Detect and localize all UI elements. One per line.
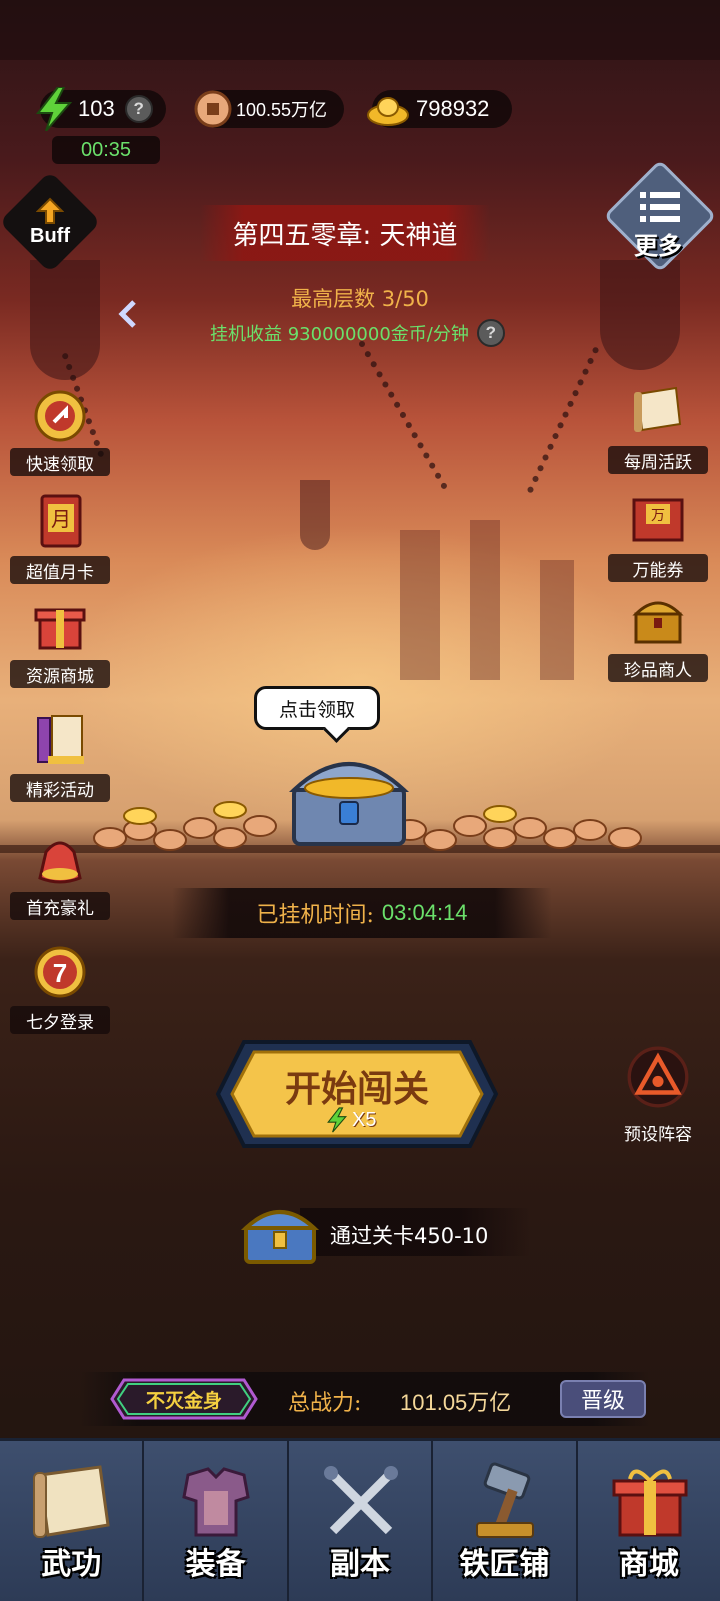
universal-ticket-label: 万能券: [608, 554, 708, 582]
treasure-chest-icon[interactable]: [284, 738, 414, 848]
qixi-login-label: 七夕登录: [10, 1006, 110, 1034]
upgrade-label: 晋级: [580, 1389, 625, 1414]
svg-text:月: 月: [51, 507, 71, 531]
month-card-button[interactable]: 月 超值月卡: [10, 494, 110, 584]
nav-blacksmith[interactable]: 铁匠铺: [433, 1438, 578, 1601]
energy-value: 103: [78, 96, 115, 121]
start-cost: X5: [326, 1106, 376, 1134]
copper-counter[interactable]: 100.55万亿: [194, 90, 344, 128]
start-label: 开始闯关: [284, 1068, 429, 1110]
copper-coin-icon: [194, 90, 232, 128]
combat-power-value: 101.05万亿: [400, 1390, 512, 1415]
first-charge-label: 首充豪礼: [10, 892, 110, 920]
quick-claim-icon: [34, 390, 86, 442]
events-button[interactable]: 精彩活动: [10, 712, 110, 802]
gold-counter[interactable]: 798932: [367, 90, 512, 128]
start-cost-value: X5: [352, 1108, 377, 1131]
gift-box-icon: [612, 1469, 688, 1537]
treasure-merchant-label: 珍品商人: [608, 654, 708, 682]
resource-shop-label: 资源商城: [10, 660, 110, 688]
gold-value: 798932: [416, 96, 490, 121]
copper-value: 100.55万亿: [236, 100, 328, 120]
more-button[interactable]: 更多: [612, 168, 708, 264]
combat-power-label: 总战力:: [288, 1391, 362, 1416]
energy-timer: 00:35: [52, 136, 160, 164]
preset-lineup-button[interactable]: 预设阵容: [608, 1046, 708, 1146]
qixi-login-icon: 7: [34, 946, 86, 998]
gold-ingot-icon: [367, 97, 409, 126]
afk-time-bar: 已挂机时间: 03:04:14: [172, 888, 552, 938]
title-badge[interactable]: 不灭金身: [110, 1378, 258, 1420]
weekly-active-icon: [634, 386, 682, 432]
events-icon: [37, 715, 84, 764]
reward-chest-icon: [240, 1210, 320, 1264]
treasure-merchant-button[interactable]: 珍品商人: [608, 592, 708, 682]
nav-dungeon-label: 副本: [330, 1547, 391, 1582]
treasure-merchant-icon: [632, 601, 684, 644]
lightning-icon: [327, 1107, 347, 1133]
more-label: 更多: [634, 231, 682, 260]
quick-claim-label: 快速领取: [10, 448, 110, 476]
claim-bubble[interactable]: 点击领取: [254, 686, 380, 730]
upgrade-button[interactable]: 晋级: [560, 1380, 646, 1418]
preset-lineup-icon: [627, 1046, 689, 1108]
armor-icon: [182, 1467, 251, 1537]
svg-text:万: 万: [651, 508, 665, 524]
universal-ticket-icon: 万: [632, 498, 684, 542]
start-challenge-button[interactable]: 开始闯关 X5: [214, 1038, 500, 1150]
afk-time-value: 03:04:14: [381, 900, 468, 925]
month-card-label: 超值月卡: [10, 556, 110, 584]
energy-help-icon[interactable]: ?: [124, 95, 153, 123]
chevron-left-icon[interactable]: [114, 296, 142, 332]
hammer-icon: [476, 1462, 535, 1538]
nav-martial-arts[interactable]: 武功: [0, 1438, 145, 1601]
stage-reward-text: 通过关卡450-10: [330, 1224, 489, 1248]
martial-scroll-icon: [33, 1465, 110, 1538]
nav-equipment[interactable]: 装备: [144, 1438, 289, 1601]
combat-power-bar: 不灭金身 总战力: 101.05万亿 晋级: [80, 1372, 650, 1426]
resource-shop-icon: [34, 608, 86, 650]
buff-button[interactable]: Buff: [14, 186, 86, 258]
weekly-active-label: 每周活跃: [608, 446, 708, 474]
chapter-title: 第四五零章: 天神道: [200, 205, 490, 261]
weekly-active-button[interactable]: 每周活跃: [608, 384, 708, 474]
month-card-icon: 月: [40, 494, 82, 548]
max-floor-text: 最高层数 3/50: [291, 287, 429, 311]
quick-claim-button[interactable]: 快速领取: [10, 386, 110, 476]
menu-lines-icon: [640, 192, 680, 222]
nav-shop[interactable]: 商城: [577, 1438, 720, 1601]
svg-text:7: 7: [53, 958, 67, 988]
nav-shop-label: 商城: [618, 1547, 679, 1582]
income-help-icon[interactable]: ?: [476, 319, 505, 347]
afk-time-label: 已挂机时间:: [256, 903, 374, 928]
qixi-login-button[interactable]: 7 七夕登录: [10, 944, 110, 1034]
crossed-swords-icon: [323, 1466, 398, 1535]
title-badge-text: 不灭金身: [145, 1390, 222, 1412]
lightning-icon: [35, 87, 73, 131]
up-arrow-icon: [36, 197, 64, 224]
afk-income: 挂机收益 930000000金币/分钟 ?: [210, 318, 505, 348]
stage-reward[interactable]: 通过关卡450-10: [240, 1200, 530, 1266]
bottom-nav: 武功 装备 副本 铁匠铺 商城: [0, 1438, 720, 1601]
energy-counter[interactable]: 103 ?: [35, 87, 166, 131]
afk-income-text: 挂机收益 930000000金币/分钟: [210, 324, 469, 345]
resource-shop-button[interactable]: 资源商城: [10, 598, 110, 688]
nav-equipment-label: 装备: [185, 1547, 246, 1582]
nav-martial-arts-label: 武功: [41, 1547, 102, 1582]
nav-blacksmith-label: 铁匠铺: [459, 1547, 550, 1582]
universal-ticket-button[interactable]: 万 万能券: [608, 492, 708, 582]
nav-dungeon[interactable]: 副本: [288, 1438, 434, 1601]
preset-lineup-label: 预设阵容: [624, 1124, 692, 1145]
buff-label: Buff: [30, 224, 70, 247]
